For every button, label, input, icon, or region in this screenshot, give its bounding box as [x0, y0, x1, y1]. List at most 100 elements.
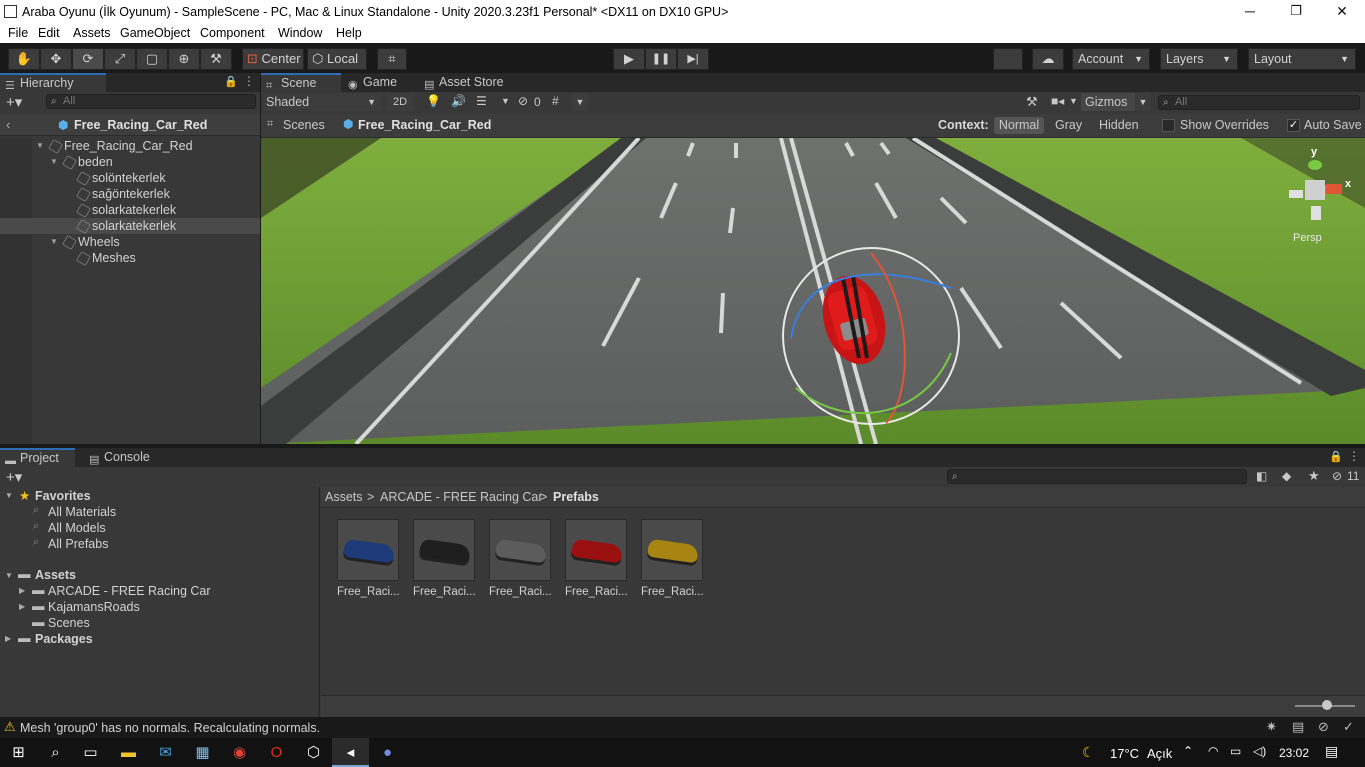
persp-label[interactable]: Persp: [1293, 232, 1322, 244]
kebab-menu-icon[interactable]: ⋮: [243, 74, 255, 88]
fold-right-icon[interactable]: ▶: [19, 586, 25, 595]
hierarchy-item[interactable]: ▼ Free_Racing_Car_Red: [0, 138, 260, 155]
fold-down-icon[interactable]: ▼: [5, 491, 13, 500]
fold-down-icon[interactable]: ▼: [36, 138, 44, 154]
layers-dropdown[interactable]: Layers ▼: [1160, 48, 1238, 70]
hierarchy-item[interactable]: solöntekerlek: [0, 170, 260, 187]
debug-mode-icon[interactable]: ⊘: [1318, 719, 1329, 735]
lighting-icon[interactable]: 💡: [426, 94, 441, 108]
hierarchy-item[interactable]: sağöntekerlek: [0, 186, 260, 203]
folder-scenes[interactable]: Scenes: [48, 615, 90, 631]
step-button-icon[interactable]: ▶|: [677, 48, 709, 70]
wifi-icon[interactable]: ◠: [1208, 744, 1218, 758]
store-icon[interactable]: ▦: [184, 738, 221, 767]
fold-down-icon[interactable]: ▼: [50, 154, 58, 170]
layout-dropdown[interactable]: Layout ▼: [1248, 48, 1356, 70]
effects-icon[interactable]: ☰: [476, 94, 487, 108]
pivot-center-toggle[interactable]: ⊡ Center: [242, 48, 304, 70]
breadcrumb-scenes[interactable]: Scenes: [283, 118, 325, 132]
menu-file[interactable]: File: [8, 26, 28, 40]
breadcrumb-assets[interactable]: Assets: [325, 490, 363, 504]
audio-icon[interactable]: 🔊: [451, 94, 466, 108]
hierarchy-item[interactable]: ▼ Wheels: [0, 234, 260, 251]
chrome-icon[interactable]: ◉: [221, 738, 258, 767]
tab-scene[interactable]: ⌗ Scene: [261, 73, 341, 92]
task-view-icon[interactable]: ▭: [72, 738, 109, 767]
shading-mode-dropdown[interactable]: Shaded ▼: [263, 93, 381, 111]
volume-icon[interactable]: ◁): [1253, 744, 1266, 758]
tab-console[interactable]: ▤ Console: [84, 448, 164, 467]
pivot-space-toggle[interactable]: ⬡ Local: [307, 48, 367, 70]
kebab-menu-icon[interactable]: ⋮: [1348, 449, 1360, 463]
favorite-all-models[interactable]: All Models: [48, 520, 106, 536]
unity-hub-icon[interactable]: ⬡: [295, 738, 332, 767]
cloud-icon[interactable]: ☁: [1032, 48, 1064, 70]
2d-toggle[interactable]: 2D: [387, 93, 413, 111]
auto-generate-lighting-icon[interactable]: ✷: [1266, 719, 1277, 735]
context-hidden-button[interactable]: Hidden: [1099, 118, 1139, 132]
add-icon[interactable]: +▾: [6, 93, 22, 111]
menu-component[interactable]: Component: [200, 26, 265, 40]
search-icon[interactable]: ⌕: [37, 738, 74, 767]
file-explorer-icon[interactable]: ▬: [110, 738, 147, 767]
custom-tool-icon[interactable]: ⚒: [200, 48, 232, 70]
hierarchy-search-input[interactable]: ⌕ All: [46, 94, 256, 109]
battery-icon[interactable]: ▭: [1230, 744, 1241, 758]
show-overrides-checkbox[interactable]: [1162, 119, 1175, 132]
progress-icon[interactable]: ✓: [1343, 719, 1354, 735]
hierarchy-item[interactable]: solarkatekerlek: [0, 218, 260, 235]
tab-game[interactable]: ◉ Game: [343, 73, 413, 92]
rotate-tool-icon[interactable]: ⟳: [72, 48, 104, 70]
folder-arcade-free-racing-car[interactable]: ARCADE - FREE Racing Car: [48, 583, 211, 599]
zoom-slider-thumb[interactable]: [1322, 700, 1332, 710]
chevron-up-icon[interactable]: ⌃: [1183, 744, 1193, 758]
status-message[interactable]: Mesh 'group0' has no normals. Recalculat…: [20, 721, 320, 735]
folder-kajamans-roads[interactable]: KajamansRoads: [48, 599, 140, 615]
chevron-down-icon[interactable]: ▼: [1135, 93, 1151, 111]
hierarchy-item[interactable]: ▼ beden: [0, 154, 260, 171]
menu-help[interactable]: Help: [336, 26, 362, 40]
scale-tool-icon[interactable]: ⤢: [104, 48, 136, 70]
context-gray-button[interactable]: Gray: [1055, 118, 1082, 132]
tab-asset-store[interactable]: ▤ Asset Store: [419, 73, 519, 92]
opera-icon[interactable]: O: [258, 738, 295, 767]
rect-tool-icon[interactable]: ▢: [136, 48, 168, 70]
menu-gameobject[interactable]: GameObject: [120, 26, 190, 40]
hierarchy-item[interactable]: Meshes: [0, 250, 260, 267]
play-button-icon[interactable]: ▶: [613, 48, 645, 70]
search-by-label-icon[interactable]: ◆: [1282, 469, 1291, 483]
transform-tool-icon[interactable]: ⊕: [168, 48, 200, 70]
breadcrumb-arcade[interactable]: ARCADE - FREE Racing Car: [380, 490, 543, 504]
hidden-packages-icon[interactable]: ⊘: [1332, 469, 1342, 483]
weather-condition[interactable]: Açık: [1147, 746, 1172, 761]
prefab-asset[interactable]: Free_Raci...: [565, 519, 628, 598]
mail-icon[interactable]: ✉: [147, 738, 184, 767]
camera-icon[interactable]: ■◂: [1051, 94, 1064, 108]
tab-project[interactable]: ▬ Project: [0, 448, 75, 467]
account-dropdown[interactable]: Account ▼: [1072, 48, 1150, 70]
clock-time[interactable]: 23:02: [1279, 746, 1309, 760]
assets-folder[interactable]: Assets: [35, 567, 76, 583]
favorite-all-prefabs[interactable]: All Prefabs: [48, 536, 108, 552]
prefab-asset[interactable]: Free_Raci...: [489, 519, 552, 598]
grid-icon[interactable]: #: [552, 94, 559, 108]
prefab-asset[interactable]: Free_Raci...: [641, 519, 704, 598]
grid-snap-icon[interactable]: ⌗: [377, 48, 407, 70]
fold-right-icon[interactable]: ▶: [5, 634, 11, 643]
fold-down-icon[interactable]: ▼: [5, 571, 13, 580]
add-icon[interactable]: +▾: [6, 468, 22, 486]
tab-hierarchy[interactable]: ☰ Hierarchy: [0, 73, 106, 92]
packages-folder[interactable]: Packages: [35, 631, 93, 647]
chevron-down-icon[interactable]: ▼: [572, 93, 588, 111]
pause-button-icon[interactable]: ❚❚: [645, 48, 677, 70]
cache-server-icon[interactable]: ▤: [1292, 719, 1304, 735]
favorites-star-icon[interactable]: ★: [1308, 468, 1320, 484]
prefab-asset[interactable]: Free_Raci...: [337, 519, 400, 598]
hierarchy-item[interactable]: solarkatekerlek: [0, 202, 260, 219]
menu-edit[interactable]: Edit: [38, 26, 60, 40]
fold-right-icon[interactable]: ▶: [19, 602, 25, 611]
tools-icon[interactable]: ⚒: [1026, 94, 1038, 110]
prefab-asset[interactable]: Free_Raci...: [413, 519, 476, 598]
collab-button[interactable]: [993, 48, 1023, 70]
orientation-gizmo[interactable]: y x Persp: [1281, 146, 1361, 246]
